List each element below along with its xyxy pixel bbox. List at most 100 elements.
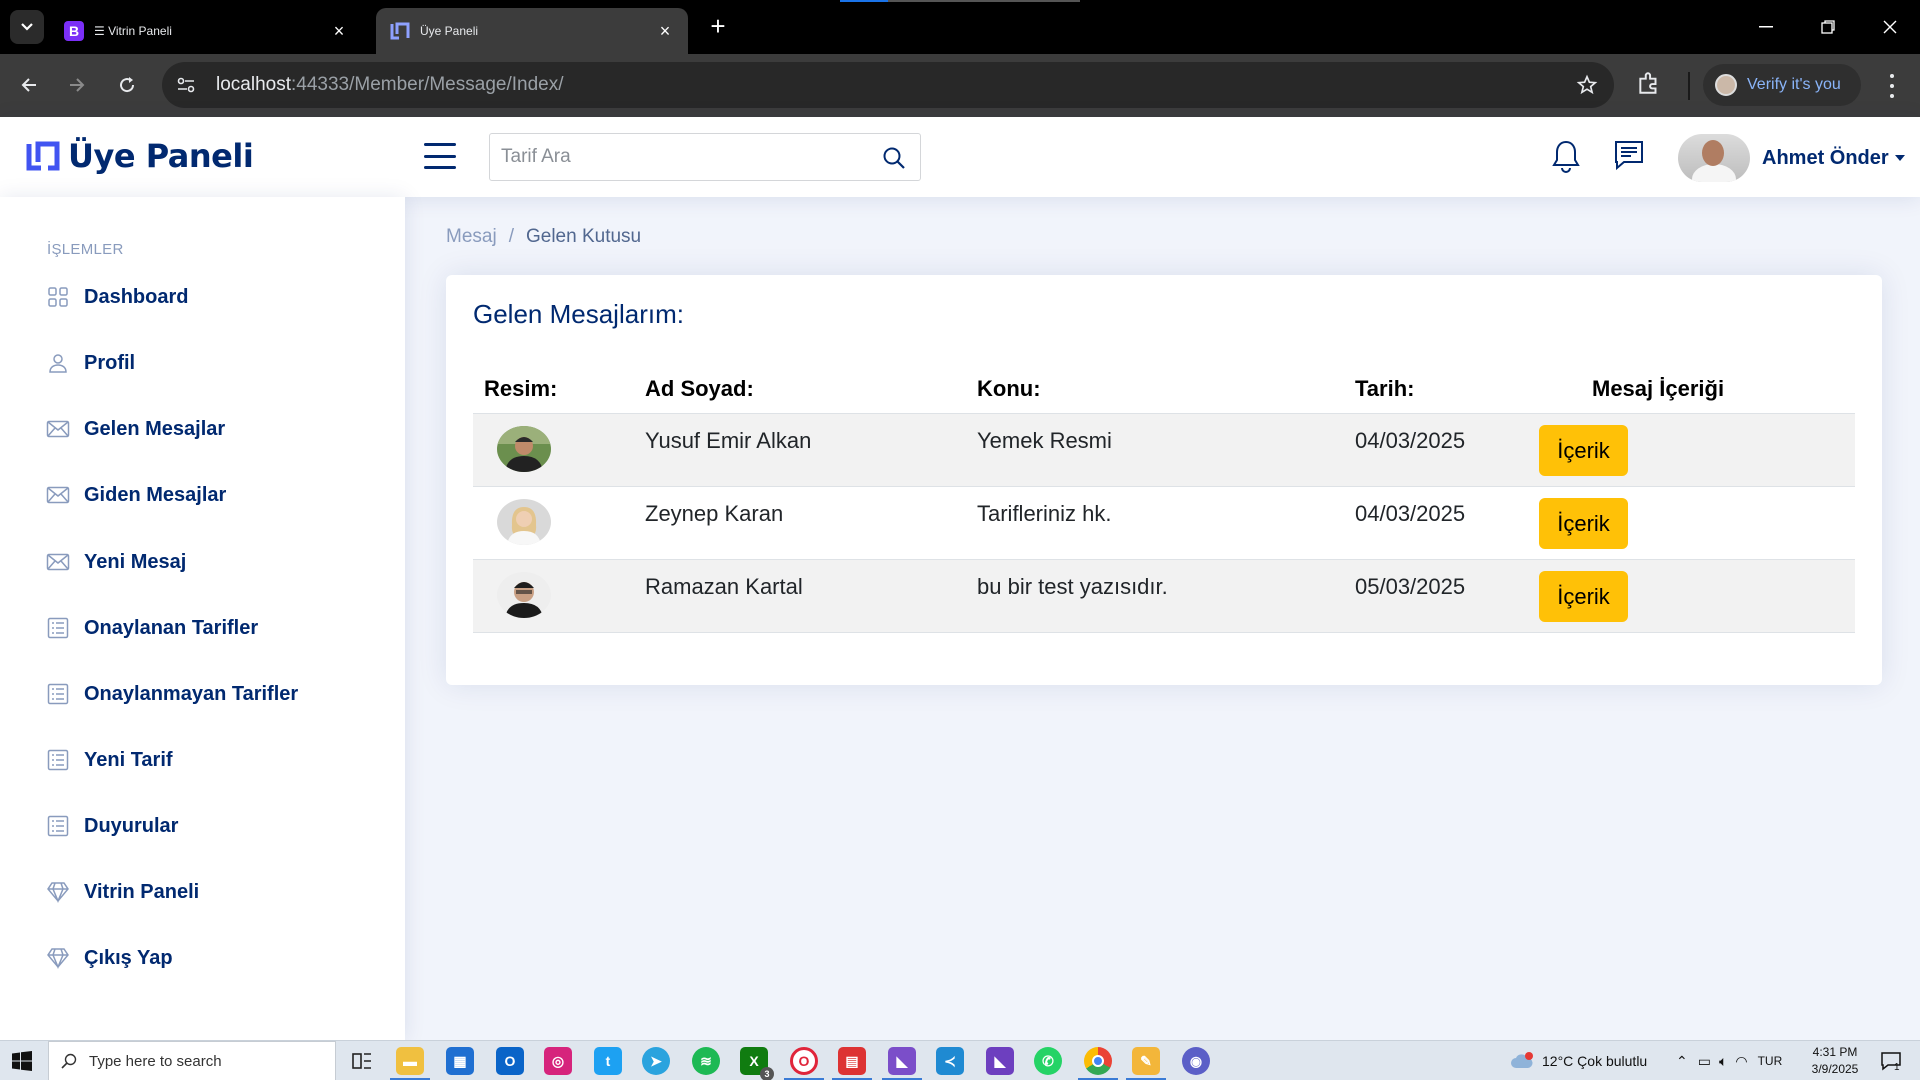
search-input[interactable] xyxy=(490,146,860,168)
spotify-icon[interactable]: ≋ xyxy=(692,1047,720,1075)
view-content-button[interactable]: İçerik xyxy=(1539,571,1628,622)
bootstrap-favicon-icon: B xyxy=(64,21,84,41)
grid-icon xyxy=(46,285,70,309)
tab-vitrin-paneli[interactable]: B ☰ Vitrin Paneli × xyxy=(50,8,362,54)
instagram-icon[interactable]: ◎ xyxy=(544,1047,572,1075)
sidebar-item-dashboard[interactable]: Dashboard xyxy=(46,277,188,317)
arrow-right-icon xyxy=(70,78,85,92)
site-logo-favicon-icon xyxy=(390,21,410,41)
outlook-icon[interactable]: O xyxy=(496,1047,524,1075)
minimize-button[interactable] xyxy=(1746,12,1786,42)
app-icon[interactable]: ▤ xyxy=(838,1047,866,1075)
battery-icon[interactable]: ▭ xyxy=(1698,1053,1711,1070)
verify-profile-button[interactable]: Verify it's you xyxy=(1703,64,1861,106)
extensions-icon[interactable] xyxy=(1636,70,1662,96)
paint-app-icon[interactable]: ✎ xyxy=(1132,1047,1160,1075)
view-content-button[interactable]: İçerik xyxy=(1539,425,1628,476)
restore-button[interactable] xyxy=(1808,12,1848,42)
breadcrumb-current: Gelen Kutusu xyxy=(525,226,642,247)
clock[interactable]: 4:31 PM 3/9/2025 xyxy=(1800,1044,1870,1078)
windows-start-icon[interactable] xyxy=(12,1051,32,1071)
sidebar-item-label: Onaylanan Tarifler xyxy=(84,616,259,639)
avatar xyxy=(497,499,551,545)
address-bar[interactable]: localhost:44333/Member/Message/Index/ xyxy=(162,62,1614,108)
sidebar-item-label: Yeni Tarif xyxy=(84,748,173,771)
bell-icon[interactable] xyxy=(1551,139,1581,173)
breadcrumb: Mesaj / Gelen Kutusu xyxy=(446,226,641,248)
file-explorer-icon[interactable]: ▬ xyxy=(396,1047,424,1075)
message-date: 05/03/2025 xyxy=(1355,574,1466,599)
profile-avatar-icon xyxy=(1715,74,1737,96)
taskbar-search[interactable]: Type here to search xyxy=(48,1041,336,1080)
list-icon xyxy=(46,682,70,706)
sidebar: İŞLEMLER Dashboard Profil Gelen Mesajlar… xyxy=(0,197,405,1040)
sidebar-item-onaylanmayan-tarifler[interactable]: Onaylanmayan Tarifler xyxy=(46,674,298,714)
visual-studio-icon[interactable]: ◣ xyxy=(888,1047,916,1075)
weather-widget[interactable]: 12°C Çok bulutlu xyxy=(1510,1041,1647,1080)
forward-button[interactable] xyxy=(62,70,92,100)
toolbar-divider xyxy=(1688,72,1690,100)
microsoft-store-icon[interactable]: ▦ xyxy=(446,1047,474,1075)
sidebar-item-label: Duyurular xyxy=(84,814,179,837)
back-button[interactable] xyxy=(14,70,44,100)
twitter-icon[interactable]: t xyxy=(594,1047,622,1075)
logo-icon xyxy=(26,141,60,171)
sidebar-item-giden-mesajlar[interactable]: Giden Mesajlar xyxy=(46,475,226,515)
sidebar-item-duyurular[interactable]: Duyurular xyxy=(46,806,178,846)
new-tab-button[interactable]: + xyxy=(704,12,732,40)
chat-icon[interactable] xyxy=(1613,139,1645,171)
whatsapp-icon[interactable]: ✆ xyxy=(1034,1047,1062,1075)
table-header: Resim: Ad Soyad: Konu: Tarih: Mesaj İçer… xyxy=(473,362,1855,414)
sidebar-item-onaylanan-tarifler[interactable]: Onaylanan Tarifler xyxy=(46,608,258,648)
search-icon[interactable] xyxy=(882,146,906,170)
tab-search-button[interactable] xyxy=(10,10,44,44)
sidebar-item-yeni-mesaj[interactable]: Yeni Mesaj xyxy=(46,542,186,582)
sidebar-item-yeni-tarif[interactable]: Yeni Tarif xyxy=(46,740,173,780)
sidebar-item-profil[interactable]: Profil xyxy=(46,343,135,383)
logo[interactable]: Üye Paneli xyxy=(26,137,254,175)
reload-icon xyxy=(120,77,135,93)
inbox-card: Gelen Mesajlarım: Resim: Ad Soyad: Konu:… xyxy=(446,275,1882,685)
sidebar-item-gelen-mesajlar[interactable]: Gelen Mesajlar xyxy=(46,409,225,449)
column-header-resim: Resim: xyxy=(484,376,558,401)
wifi-icon[interactable]: ◠ xyxy=(1735,1053,1747,1070)
app-header: Üye Paneli Ahmet Önder xyxy=(0,117,1920,197)
sidebar-toggle-button[interactable] xyxy=(424,143,456,169)
message-subject: Tarifleriniz hk. xyxy=(977,501,1112,526)
tor-browser-icon[interactable]: ◉ xyxy=(1182,1047,1210,1075)
browser-menu-button[interactable] xyxy=(1882,74,1902,98)
telegram-icon[interactable]: ➤ xyxy=(642,1047,670,1075)
notification-center-button[interactable]: 1 xyxy=(1880,1041,1901,1080)
volume-icon[interactable]: 🔈︎ xyxy=(1719,1053,1727,1070)
site-info-icon[interactable] xyxy=(176,76,196,94)
user-profile-dropdown[interactable]: Ahmet Önder xyxy=(1678,134,1905,182)
sidebar-item-cikis-yap[interactable]: Çıkış Yap xyxy=(46,938,173,978)
opera-icon[interactable]: O xyxy=(790,1047,818,1075)
visual-studio-icon[interactable]: ◣ xyxy=(986,1047,1014,1075)
column-header-tarih: Tarih: xyxy=(1355,376,1415,401)
close-icon[interactable]: × xyxy=(656,22,674,40)
message-date: 04/03/2025 xyxy=(1355,428,1466,453)
message-subject: Yemek Resmi xyxy=(977,428,1112,453)
chevron-up-icon[interactable]: ⌃ xyxy=(1676,1053,1688,1070)
clock-date: 3/9/2025 xyxy=(1811,1062,1859,1076)
task-view-icon[interactable] xyxy=(348,1047,376,1075)
star-icon[interactable] xyxy=(1576,74,1598,96)
reload-button[interactable] xyxy=(112,70,142,100)
sidebar-item-label: Yeni Mesaj xyxy=(84,550,187,573)
search-icon xyxy=(61,1053,77,1069)
view-content-button[interactable]: İçerik xyxy=(1539,498,1628,549)
verify-label: Verify it's you xyxy=(1747,76,1841,93)
table-row: Ramazan Kartal bu bir test yazısıdır. 05… xyxy=(473,560,1855,633)
language-indicator[interactable]: TUR xyxy=(1758,1054,1783,1068)
close-icon[interactable]: × xyxy=(330,22,348,40)
vscode-icon[interactable]: ≺ xyxy=(936,1047,964,1075)
xbox-icon[interactable]: X3 xyxy=(740,1047,774,1080)
avatar xyxy=(497,426,551,472)
chrome-icon[interactable] xyxy=(1084,1047,1112,1075)
close-window-button[interactable] xyxy=(1870,12,1910,42)
tab-uye-paneli[interactable]: Üye Paneli × xyxy=(376,8,688,54)
breadcrumb-link-mesaj[interactable]: Mesaj xyxy=(446,226,497,248)
sidebar-item-vitrin-paneli[interactable]: Vitrin Paneli xyxy=(46,872,199,912)
badge-count: 3 xyxy=(760,1067,774,1080)
